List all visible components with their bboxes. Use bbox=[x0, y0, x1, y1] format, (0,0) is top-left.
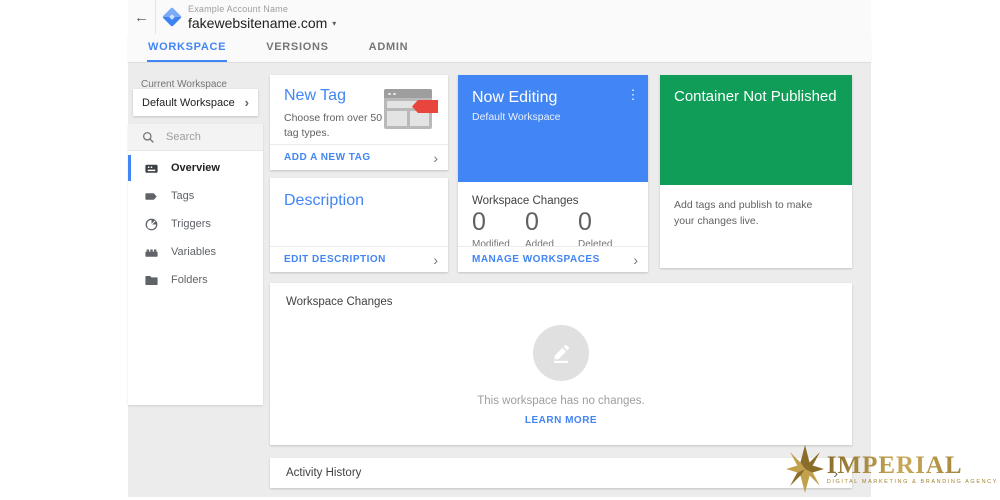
sidebar-item-folders[interactable]: Folders bbox=[128, 266, 263, 294]
app-header: ← Example Account Name fakewebsitename.c… bbox=[128, 0, 871, 34]
page: ← Example Account Name fakewebsitename.c… bbox=[0, 0, 1000, 500]
folder-icon bbox=[143, 272, 159, 288]
chevron-right-icon: › bbox=[433, 149, 438, 166]
empty-state-text: This workspace has no changes. bbox=[477, 395, 645, 407]
sidebar-panel: Overview Tags Triggers bbox=[128, 124, 263, 405]
container-name: fakewebsitename.com bbox=[188, 15, 328, 31]
add-new-tag-label: ADD A NEW TAG bbox=[284, 152, 371, 163]
main-tabbar: WORKSPACE VERSIONS ADMIN bbox=[128, 34, 871, 63]
workspace-changes-stats: 0 Modified 0 Added 0 Deleted bbox=[472, 208, 631, 250]
tag-icon bbox=[143, 188, 159, 204]
activity-history-row[interactable]: Activity History › bbox=[270, 458, 852, 488]
account-block: Example Account Name fakewebsitename.com… bbox=[188, 4, 336, 31]
kebab-menu-icon[interactable]: ⋮ bbox=[626, 87, 640, 103]
active-indicator bbox=[128, 155, 131, 181]
learn-more-link[interactable]: LEARN MORE bbox=[525, 415, 597, 426]
imperial-star-logo bbox=[785, 445, 824, 493]
gtm-logo-icon bbox=[162, 7, 182, 27]
sidebar-item-label: Folders bbox=[171, 274, 208, 286]
add-new-tag-button[interactable]: ADD A NEW TAG › bbox=[270, 144, 448, 170]
gtm-app-window: ← Example Account Name fakewebsitename.c… bbox=[128, 0, 871, 497]
overview-icon bbox=[143, 160, 159, 176]
stat-value: 0 bbox=[525, 208, 539, 236]
tag-illustration bbox=[384, 89, 438, 129]
search-input[interactable] bbox=[166, 131, 246, 143]
sidebar-item-tags[interactable]: Tags bbox=[128, 182, 263, 210]
watermark-text: IMPERIAL DIGITAL MARKETING & BRANDING AG… bbox=[826, 453, 998, 485]
tab-admin[interactable]: ADMIN bbox=[368, 34, 410, 62]
new-tag-description: Choose from over 50 tag types. bbox=[284, 112, 383, 139]
workspace-selector[interactable]: Default Workspace › bbox=[133, 89, 258, 116]
container-selector[interactable]: fakewebsitename.com ▾ bbox=[188, 15, 336, 31]
sidebar-item-variables[interactable]: Variables bbox=[128, 238, 263, 266]
workspace-changes-title: Workspace Changes bbox=[286, 296, 393, 308]
active-indicator bbox=[128, 267, 131, 293]
stat-value: 0 bbox=[472, 208, 486, 236]
activity-history-label: Activity History bbox=[286, 467, 362, 479]
search-bar[interactable] bbox=[128, 124, 263, 151]
tab-workspace[interactable]: WORKSPACE bbox=[147, 34, 228, 62]
pencil-circle-graphic bbox=[533, 325, 589, 381]
active-indicator bbox=[128, 211, 131, 237]
sidebar-item-label: Variables bbox=[171, 246, 217, 258]
sidebar-nav: Overview Tags Triggers Variables Folders bbox=[128, 151, 263, 294]
workspace-changes-label: Workspace Changes bbox=[472, 195, 579, 207]
container-status-body: Add tags and publish to make your change… bbox=[674, 199, 813, 227]
chevron-right-icon: › bbox=[244, 95, 249, 110]
caret-down-icon: ▾ bbox=[332, 18, 337, 28]
content-area: Current Workspace Default Workspace › Se… bbox=[128, 63, 871, 497]
manage-workspaces-label: MANAGE WORKSPACES bbox=[472, 254, 600, 265]
description-title: Description bbox=[284, 192, 365, 209]
back-arrow-button[interactable]: ← bbox=[128, 0, 155, 34]
chevron-right-icon: › bbox=[633, 251, 638, 268]
empty-state: This workspace has no changes. LEARN MOR… bbox=[270, 325, 852, 426]
stat-deleted: 0 Deleted bbox=[578, 208, 631, 250]
edit-description-label: EDIT DESCRIPTION bbox=[284, 254, 386, 265]
workspace-selector-label: Default Workspace bbox=[142, 96, 235, 109]
active-indicator bbox=[128, 183, 131, 209]
watermark-tagline: DIGITAL MARKETING & BRANDING AGENCY bbox=[826, 478, 998, 485]
trigger-icon bbox=[143, 216, 159, 232]
stat-modified: 0 Modified bbox=[472, 208, 525, 250]
description-card: Description EDIT DESCRIPTION › bbox=[270, 178, 448, 272]
search-icon bbox=[142, 131, 154, 143]
workspace-changes-card: Workspace Changes This workspace has no … bbox=[270, 283, 852, 445]
chevron-right-icon: › bbox=[433, 251, 438, 268]
stat-added: 0 Added bbox=[525, 208, 578, 250]
variables-icon bbox=[143, 244, 159, 260]
new-tag-card: New Tag Choose from over 50 tag types. A… bbox=[270, 75, 448, 170]
header-divider bbox=[155, 0, 156, 34]
edit-description-button[interactable]: EDIT DESCRIPTION › bbox=[270, 246, 448, 272]
container-status-title: Container Not Published bbox=[674, 88, 837, 105]
now-editing-header: Now Editing Default Workspace ⋮ bbox=[458, 75, 648, 182]
sidebar-item-overview[interactable]: Overview bbox=[128, 154, 263, 182]
container-status-card: Container Not Published Add tags and pub… bbox=[660, 75, 852, 268]
watermark-brand-name: IMPERIAL bbox=[827, 453, 998, 478]
sidebar-item-label: Overview bbox=[171, 162, 220, 174]
now-editing-workspace: Default Workspace bbox=[472, 111, 561, 123]
new-tag-title: New Tag bbox=[284, 87, 346, 104]
stat-value: 0 bbox=[578, 208, 592, 236]
container-status-header: Container Not Published bbox=[660, 75, 852, 185]
tab-versions[interactable]: VERSIONS bbox=[265, 34, 329, 62]
manage-workspaces-button[interactable]: MANAGE WORKSPACES › bbox=[458, 246, 648, 272]
now-editing-card: Now Editing Default Workspace ⋮ Workspac… bbox=[458, 75, 648, 272]
account-name: Example Account Name bbox=[188, 4, 289, 14]
active-indicator bbox=[128, 239, 131, 265]
sidebar-item-triggers[interactable]: Triggers bbox=[128, 210, 263, 238]
sidebar-item-label: Tags bbox=[171, 190, 195, 202]
pencil-icon bbox=[554, 344, 570, 363]
now-editing-title: Now Editing bbox=[472, 89, 558, 106]
sidebar-item-label: Triggers bbox=[171, 218, 211, 230]
imperial-watermark: IMPERIAL DIGITAL MARKETING & BRANDING AG… bbox=[785, 444, 998, 494]
